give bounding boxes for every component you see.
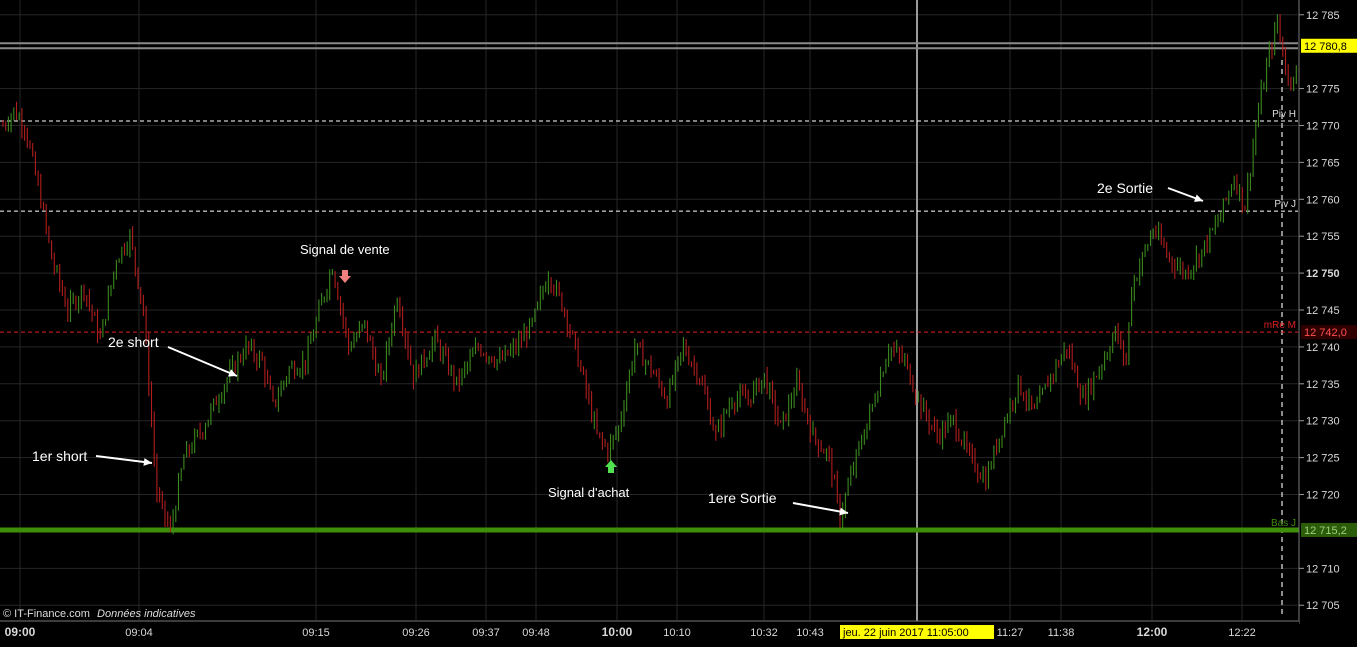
axes: 12 785 12 775 12 770 12 765 12 760 12 755 12 7… <box>0 0 1357 642</box>
x-tick-label: 10:43 <box>796 627 824 639</box>
y-tick-label: 12 730 <box>1306 416 1340 428</box>
annotation-label: 2e Sortie <box>1097 180 1153 196</box>
level-label: Piv H <box>1272 109 1296 120</box>
buy-arrow-icon <box>605 460 617 473</box>
x-tick-label: 09:26 <box>402 627 430 639</box>
annotation-label: Signal de vente <box>300 242 390 257</box>
x-tick-label: 09:37 <box>472 627 500 639</box>
x-tick-label: 10:32 <box>750 627 778 639</box>
price-axis-bg <box>1299 0 1357 642</box>
y-tick-label: 12 705 <box>1306 600 1340 612</box>
y-tick-label: 12 750 <box>1306 268 1340 280</box>
x-tick-label: 09:04 <box>125 627 153 639</box>
x-tick-label: 11:27 <box>997 627 1024 639</box>
y-tick-label: 12 775 <box>1306 84 1340 96</box>
y-tick-label: 12 710 <box>1306 563 1340 575</box>
x-tick-label: 09:00 <box>5 625 36 639</box>
time-axis-bg <box>0 621 1299 642</box>
x-tick-label: 09:15 <box>302 627 330 639</box>
x-tick-label: 10:10 <box>663 627 691 639</box>
price-chart[interactable]: 12 780,8Piv HPiv JmRe M12 742,0Bas J12 7… <box>0 0 1357 642</box>
y-tick-label: 12 770 <box>1306 120 1340 132</box>
candles <box>2 14 1311 535</box>
x-tick-label: 12:22 <box>1228 627 1256 639</box>
annotation-label: Signal d'achat <box>548 485 630 500</box>
x-tick-label: 09:48 <box>522 627 550 639</box>
y-tick-label: 12 755 <box>1306 231 1340 243</box>
price-badge: 12 715,2 <box>1304 525 1347 537</box>
x-tick-label: 12:00 <box>1137 625 1168 639</box>
y-tick-label: 12 745 <box>1306 305 1340 317</box>
y-tick-label: 12 765 <box>1306 157 1340 169</box>
y-tick-label: 12 725 <box>1306 453 1340 465</box>
sell-arrow-icon <box>339 270 351 283</box>
annotation-label: 1er short <box>32 448 87 464</box>
y-tick-label: 12 720 <box>1306 490 1340 502</box>
arrow-head-icon <box>839 507 848 516</box>
chart-canvas[interactable]: 12 780,8Piv HPiv JmRe M12 742,0Bas J12 7… <box>0 0 1357 642</box>
price-levels: 12 780,8 Piv H Piv J mRe M 12 742,0 Bas J 12 7… <box>0 38 1357 537</box>
x-tick-label: 11:38 <box>1048 627 1075 639</box>
annotation-label: 2e short <box>108 334 159 350</box>
level-label: Bas J <box>1271 518 1296 529</box>
watermark: © IT-Finance.com Données indicatives <box>3 608 196 620</box>
annotation-arrow-line <box>167 346 238 377</box>
y-tick-label: 12 760 <box>1306 194 1340 206</box>
y-tick-label: 12 740 <box>1306 342 1340 354</box>
level-label: Piv J <box>1274 199 1296 210</box>
watermark-brand: © IT-Finance.com <box>3 608 90 620</box>
price-badge: 12 742,0 <box>1304 327 1347 339</box>
annotation-label: 1ere Sortie <box>708 490 777 506</box>
price-badge: 12 780,8 <box>1304 41 1347 53</box>
annotation-arrow-line <box>95 455 153 464</box>
x-tick-label: 10:00 <box>602 625 633 639</box>
y-tick-label: 12 785 <box>1306 10 1340 22</box>
y-tick-label: 12 735 <box>1306 379 1340 391</box>
crosshair-badge: jeu. 22 juin 2017 11:05:00 <box>842 627 969 639</box>
watermark-note: Données indicatives <box>97 608 196 620</box>
level-label: mRe M <box>1264 320 1296 331</box>
